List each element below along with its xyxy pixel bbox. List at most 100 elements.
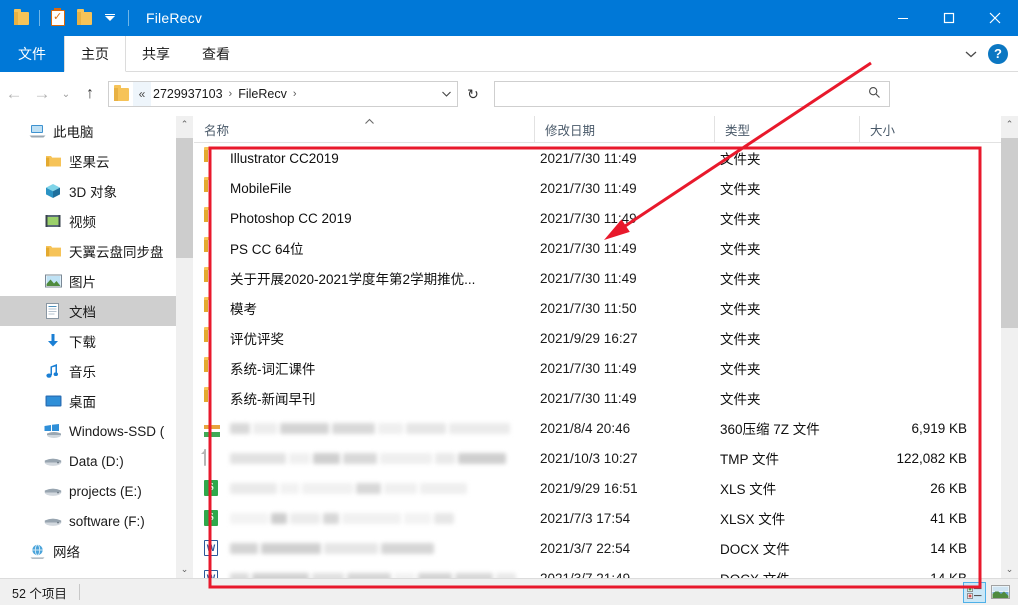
sidebar-item-label: Windows-SSD ( bbox=[69, 423, 165, 439]
forward-button[interactable]: → bbox=[28, 80, 56, 108]
table-row[interactable]: 2021/10/3 10:27 TMP 文件 122,082 KB bbox=[194, 443, 1001, 473]
sidebar-item-0[interactable]: 此电脑 bbox=[0, 116, 176, 146]
cell-size: 14 KB bbox=[930, 540, 967, 556]
search-input[interactable] bbox=[494, 81, 890, 107]
sidebar-scroll-down-icon[interactable]: ⌄ bbox=[176, 561, 193, 578]
table-row[interactable]: W 2021/3/7 21:49 DOCX 文件 14 KB bbox=[194, 563, 1001, 578]
folder-icon bbox=[44, 242, 62, 260]
table-row[interactable]: 评优评奖 2021/9/29 16:27 文件夹 bbox=[194, 323, 1001, 353]
column-header-date[interactable]: 修改日期 bbox=[534, 115, 714, 143]
address-input[interactable]: « 2729937103 › FileRecv › bbox=[108, 81, 458, 107]
back-button[interactable]: ← bbox=[0, 80, 28, 108]
sidebar-item-13[interactable]: software (F:) bbox=[0, 506, 176, 536]
sidebar-item-5[interactable]: 图片 bbox=[0, 266, 176, 296]
table-row[interactable]: 2021/8/4 20:46 360压缩 7Z 文件 6,919 KB bbox=[194, 413, 1001, 443]
large-icons-view-button[interactable] bbox=[989, 582, 1012, 603]
details-view-button[interactable] bbox=[963, 581, 986, 603]
tab-share[interactable]: 共享 bbox=[126, 36, 186, 72]
file-name-label: MobileFile bbox=[230, 180, 292, 196]
breadcrumb-item-0[interactable]: 2729937103 bbox=[151, 87, 225, 101]
table-row[interactable]: 关于开展2020-2021学度年第2学期推优... 2021/7/30 11:49… bbox=[194, 263, 1001, 293]
customize-caret-icon[interactable] bbox=[97, 5, 123, 31]
cell-name bbox=[194, 419, 534, 437]
list-scroll-down-icon[interactable]: ⌄ bbox=[1001, 561, 1018, 578]
breadcrumb-item-1[interactable]: FileRecv bbox=[236, 87, 289, 101]
sidebar-scroll-up-icon[interactable]: ⌃ bbox=[176, 116, 193, 133]
table-row[interactable]: 系统-词汇课件 2021/7/30 11:49 文件夹 bbox=[194, 353, 1001, 383]
cell-date: 2021/7/30 11:49 bbox=[540, 360, 637, 376]
sidebar-item-9[interactable]: 桌面 bbox=[0, 386, 176, 416]
address-dropdown-icon[interactable] bbox=[435, 82, 457, 106]
sidebar-item-label: 此电脑 bbox=[53, 125, 94, 140]
sidebar-scroll-thumb[interactable] bbox=[176, 138, 193, 258]
sidebar-item-10[interactable]: Windows-SSD ( bbox=[0, 416, 176, 446]
breadcrumb-overflow-icon[interactable]: « bbox=[133, 82, 151, 106]
list-scroll-thumb[interactable] bbox=[1001, 138, 1018, 328]
redacted-filename bbox=[230, 569, 519, 578]
view-mode-buttons bbox=[963, 581, 1018, 603]
column-header-type[interactable]: 类型 bbox=[714, 115, 859, 143]
refresh-button[interactable]: ↻ bbox=[460, 81, 486, 107]
redacted-filename bbox=[230, 509, 457, 527]
sidebar-item-7[interactable]: 下载 bbox=[0, 326, 176, 356]
cell-name: 模考 bbox=[194, 298, 534, 318]
file-list-scrollbar[interactable]: ⌃ ⌄ bbox=[1001, 116, 1018, 578]
table-row[interactable]: W 2021/3/7 22:54 DOCX 文件 14 KB bbox=[194, 533, 1001, 563]
sidebar-item-3[interactable]: 视频 bbox=[0, 206, 176, 236]
cell-date: 2021/9/29 16:51 bbox=[540, 480, 638, 496]
cell-date: 2021/7/30 11:49 bbox=[540, 390, 637, 406]
table-row[interactable]: Photoshop CC 2019 2021/7/30 11:49 文件夹 bbox=[194, 203, 1001, 233]
sidebar-item-12[interactable]: projects (E:) bbox=[0, 476, 176, 506]
cell-name: PS CC 64位 bbox=[194, 238, 534, 258]
up-button[interactable]: ↑ bbox=[76, 80, 104, 108]
column-header-name[interactable]: 名称 bbox=[194, 116, 534, 143]
sidebar-item-14[interactable]: 网络 bbox=[0, 536, 176, 566]
recent-locations-icon[interactable]: ⌄ bbox=[56, 80, 76, 108]
table-row[interactable]: S 2021/9/29 16:51 XLS 文件 26 KB bbox=[194, 473, 1001, 503]
breadcrumb-separator: › bbox=[228, 88, 233, 100]
cell-name: Illustrator CC2019 bbox=[194, 150, 534, 167]
table-row[interactable]: 系统-新闻早刊 2021/7/30 11:49 文件夹 bbox=[194, 383, 1001, 413]
table-row[interactable]: PS CC 64位 2021/7/30 11:49 文件夹 bbox=[194, 233, 1001, 263]
column-header-size[interactable]: 大小 bbox=[859, 115, 979, 143]
column-header-row: 名称 修改日期 类型 大小 bbox=[194, 115, 1001, 143]
sidebar-item-label: 下载 bbox=[69, 335, 96, 350]
cell-date: 2021/7/30 11:50 bbox=[540, 300, 637, 316]
sidebar-scrollbar[interactable]: ⌃ ⌄ bbox=[176, 116, 193, 578]
close-button[interactable] bbox=[972, 0, 1018, 36]
tab-view[interactable]: 查看 bbox=[186, 36, 246, 72]
folder-icon bbox=[204, 240, 221, 257]
sidebar-item-4[interactable]: 天翼云盘同步盘 bbox=[0, 236, 176, 266]
sidebar-item-1[interactable]: 坚果云 bbox=[0, 146, 176, 176]
cell-size: 26 KB bbox=[930, 480, 967, 496]
file-name-label: 系统-词汇课件 bbox=[230, 362, 316, 377]
cell-type: DOCX 文件 bbox=[720, 542, 790, 557]
tab-home[interactable]: 主页 bbox=[64, 36, 126, 72]
sidebar-item-label: 坚果云 bbox=[69, 155, 110, 170]
sidebar-item-8[interactable]: 音乐 bbox=[0, 356, 176, 386]
chevron-down-icon[interactable] bbox=[960, 43, 982, 65]
column-label: 名称 bbox=[204, 123, 230, 138]
cell-name: 系统-新闻早刊 bbox=[194, 388, 534, 408]
table-row[interactable]: 模考 2021/7/30 11:50 文件夹 bbox=[194, 293, 1001, 323]
help-button[interactable]: ? bbox=[988, 43, 1008, 64]
sidebar-item-11[interactable]: Data (D:) bbox=[0, 446, 176, 476]
window-title: FileRecv bbox=[146, 10, 203, 26]
cell-type: 文件夹 bbox=[720, 302, 761, 317]
cell-name: W bbox=[194, 569, 534, 578]
tab-file[interactable]: 文件 bbox=[0, 36, 64, 72]
minimize-button[interactable] bbox=[880, 0, 926, 36]
sort-ascending-icon bbox=[364, 117, 375, 127]
new-folder-icon[interactable] bbox=[71, 5, 97, 31]
table-row[interactable]: MobileFile 2021/7/30 11:49 文件夹 bbox=[194, 173, 1001, 203]
cell-date: 2021/10/3 10:27 bbox=[540, 450, 638, 466]
properties-icon[interactable] bbox=[45, 5, 71, 31]
table-row[interactable]: Illustrator CC2019 2021/7/30 11:49 文件夹 bbox=[194, 143, 1001, 173]
cell-type: 文件夹 bbox=[720, 332, 761, 347]
folder-icon[interactable] bbox=[8, 5, 34, 31]
sidebar-item-2[interactable]: 3D 对象 bbox=[0, 176, 176, 206]
table-row[interactable]: S 2021/7/3 17:54 XLSX 文件 41 KB bbox=[194, 503, 1001, 533]
maximize-button[interactable] bbox=[926, 0, 972, 36]
list-scroll-up-icon[interactable]: ⌃ bbox=[1001, 116, 1018, 133]
sidebar-item-6[interactable]: 文档 bbox=[0, 296, 176, 326]
